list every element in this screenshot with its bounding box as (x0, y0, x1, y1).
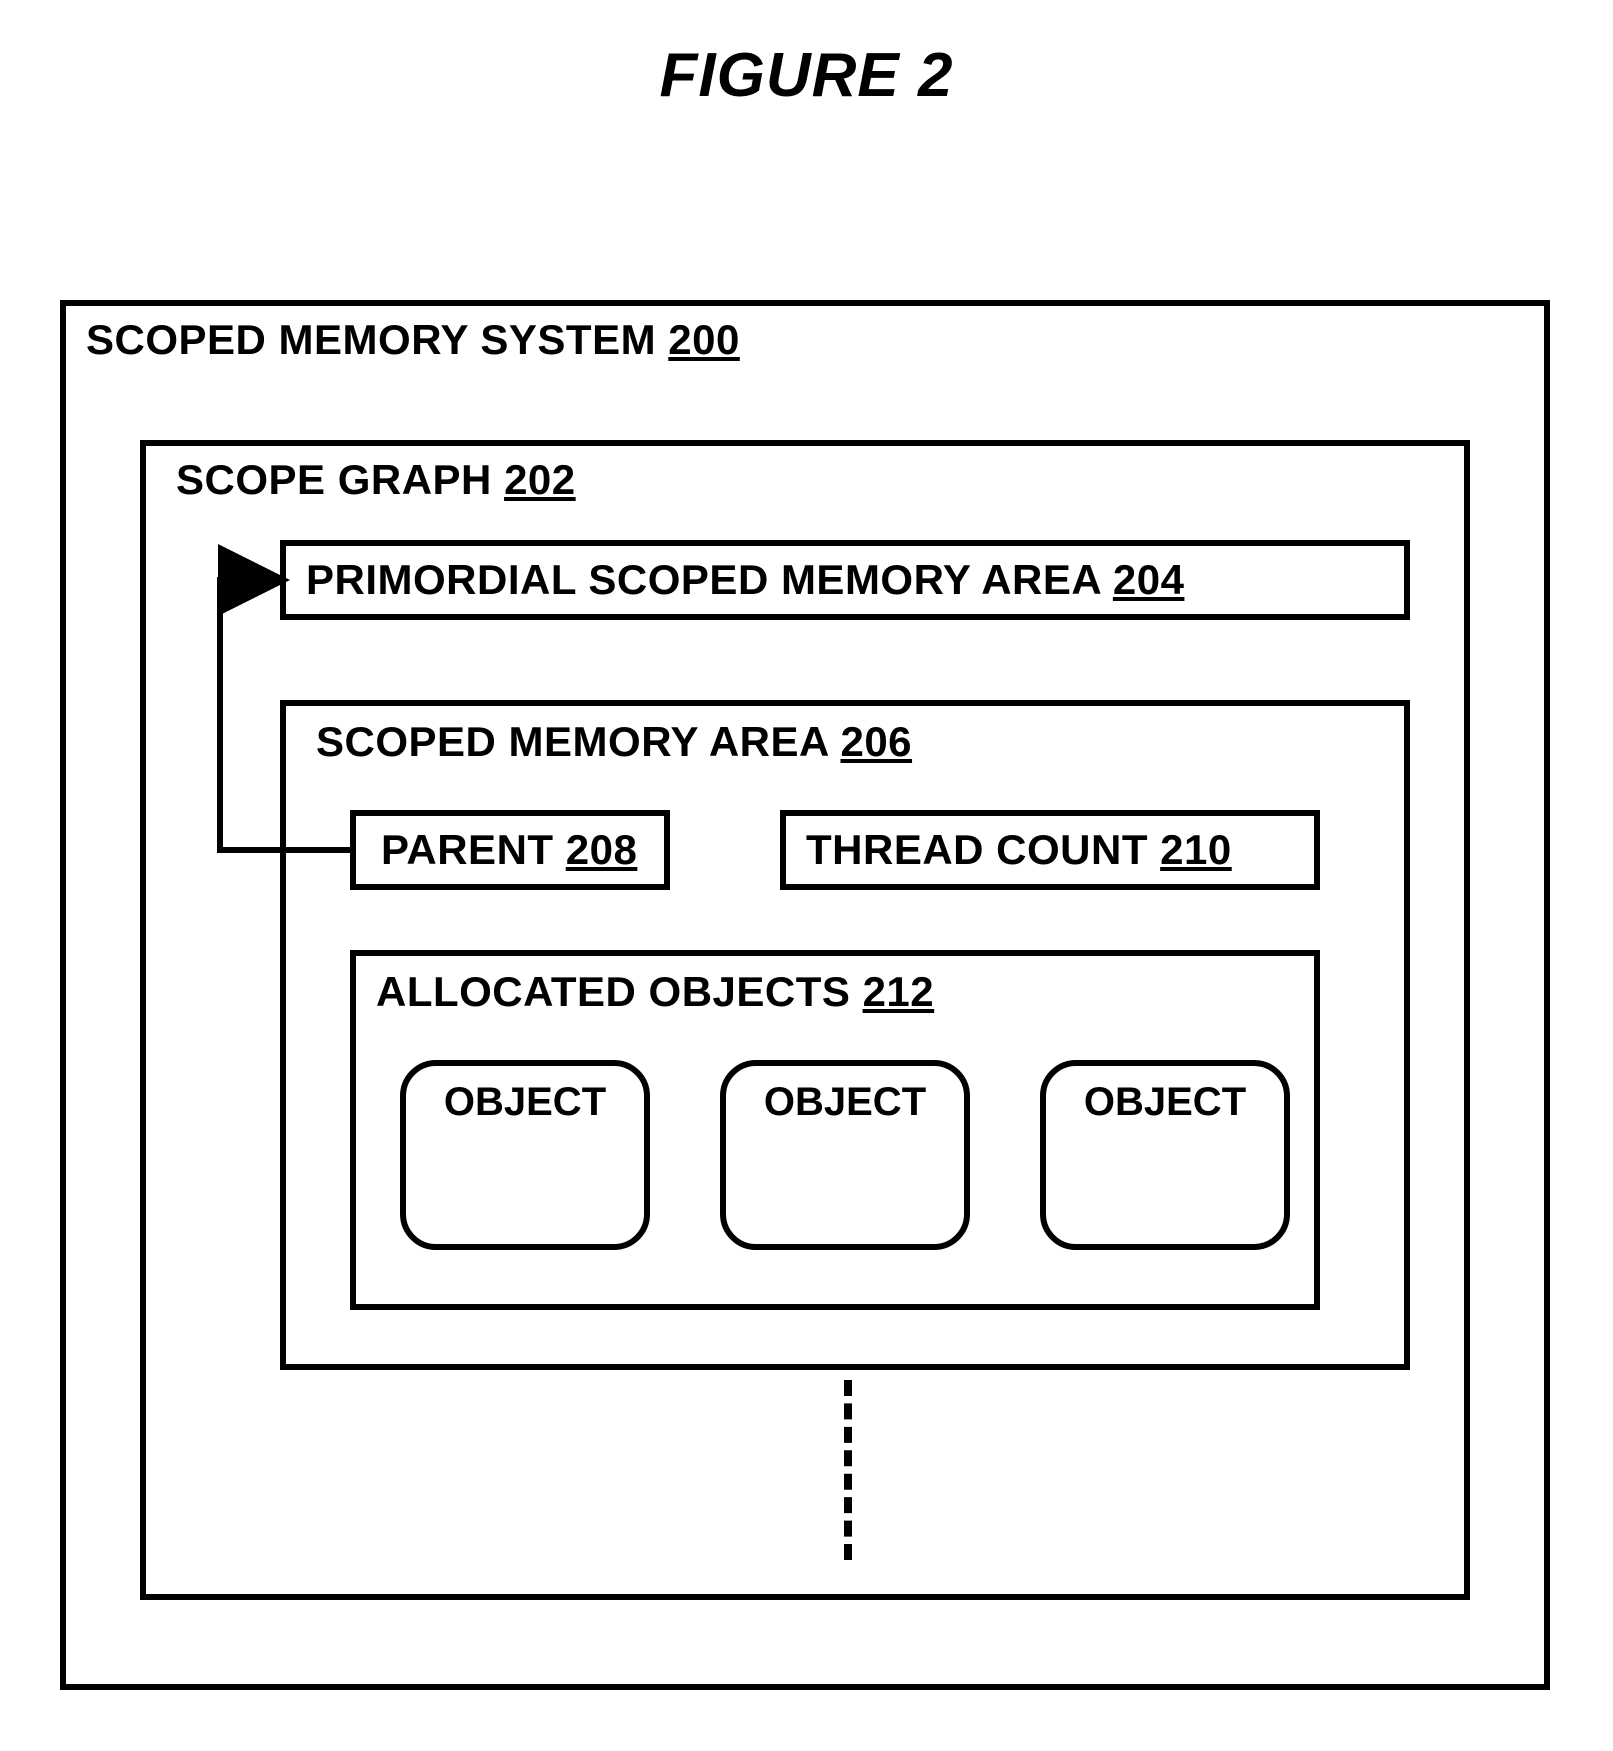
thread-label-text: THREAD COUNT (806, 826, 1148, 873)
parent-ref: 208 (566, 826, 638, 873)
object-label-2: OBJECT (726, 1080, 964, 1125)
primordial-ref: 204 (1113, 556, 1185, 603)
object-label-3: OBJECT (1046, 1080, 1284, 1125)
alloc-ref: 212 (863, 968, 935, 1015)
object-label-1: OBJECT (406, 1080, 644, 1125)
object-box-3: OBJECT (1040, 1060, 1290, 1250)
thread-count-box: THREAD COUNT 210 (780, 810, 1320, 890)
system-label-text: SCOPED MEMORY SYSTEM (86, 316, 656, 363)
primordial-box: PRIMORDIAL SCOPED MEMORY AREA 204 (280, 540, 1410, 620)
diagram-page: FIGURE 2 SCOPED MEMORY SYSTEM 200 SCOPE … (0, 0, 1613, 1751)
object-box-1: OBJECT (400, 1060, 650, 1250)
scoped-memory-system-label: SCOPED MEMORY SYSTEM 200 (86, 316, 740, 364)
primordial-label: PRIMORDIAL SCOPED MEMORY AREA 204 (306, 556, 1184, 604)
alloc-label-text: ALLOCATED OBJECTS (376, 968, 850, 1015)
sma-ref: 206 (840, 718, 912, 765)
scoped-memory-area-label: SCOPED MEMORY AREA 206 (316, 718, 912, 766)
allocated-objects-label: ALLOCATED OBJECTS 212 (376, 968, 934, 1016)
object-box-2: OBJECT (720, 1060, 970, 1250)
parent-box: PARENT 208 (350, 810, 670, 890)
figure-title: FIGURE 2 (0, 40, 1613, 111)
system-ref: 200 (668, 316, 740, 363)
sma-label-text: SCOPED MEMORY AREA (316, 718, 828, 765)
continuation-dashed-line (844, 1380, 852, 1560)
thread-ref: 210 (1160, 826, 1232, 873)
parent-label-text: PARENT (381, 826, 554, 873)
scope-graph-label-text: SCOPE GRAPH (176, 456, 492, 503)
thread-count-label: THREAD COUNT 210 (806, 826, 1232, 874)
scope-graph-label: SCOPE GRAPH 202 (176, 456, 576, 504)
primordial-label-text: PRIMORDIAL SCOPED MEMORY AREA (306, 556, 1101, 603)
scope-graph-ref: 202 (504, 456, 576, 503)
parent-label: PARENT 208 (381, 826, 637, 874)
